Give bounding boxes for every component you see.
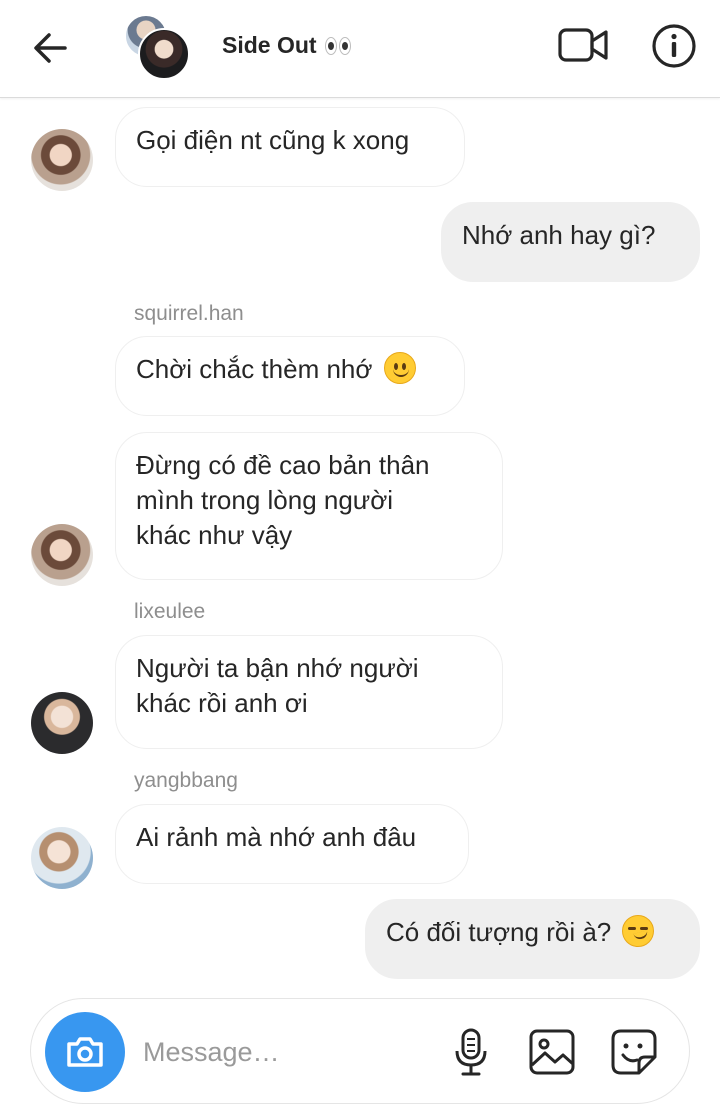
conversation-title[interactable]: Side Out [222,32,351,59]
sticker-button[interactable] [609,1027,659,1077]
sender-name: squirrel.han [134,302,244,325]
video-camera-icon [558,28,608,62]
message-text-line: Người ta bận nhớ người [136,653,419,683]
chat-header: Side Out [0,0,720,98]
group-avatar[interactable] [124,14,190,80]
sender-name: lixeulee [134,600,206,623]
video-call-button[interactable] [556,24,612,68]
message-text-line: khác rồi anh ơi [136,688,308,718]
info-icon [652,24,696,68]
message-bubble-incoming[interactable]: Người ta bận nhớ người khác rồi anh ơi [115,635,503,749]
message-bubble-outgoing[interactable]: Có đối tượng rồi à? [365,899,700,979]
sticker-icon [611,1029,657,1075]
camera-icon [67,1037,103,1067]
voice-message-button[interactable] [449,1027,493,1077]
sender-avatar[interactable] [31,692,93,754]
conversation-title-text: Side Out [222,32,317,58]
message-bubble-incoming[interactable]: Ai rảnh mà nhớ anh đâu [115,804,469,884]
message-text: Ai rảnh mà nhớ anh đâu [136,822,417,852]
microphone-icon [455,1028,487,1076]
message-text: Gọi điện nt cũng k xong [136,125,410,155]
message-text: Có đối tượng rồi à? [386,917,612,947]
sender-avatar[interactable] [31,129,93,191]
eyes-emoji-icon [324,36,351,55]
message-text-line: Đừng có đề cao bản thân [136,450,430,480]
arrow-left-icon [34,33,67,63]
message-composer [30,998,690,1104]
message-text: Nhớ anh hay gì? [462,220,656,250]
gallery-button[interactable] [527,1027,577,1077]
group-avatar-member-2 [138,28,190,80]
message-text: Chời chắc thèm nhớ [136,354,373,384]
message-bubble-outgoing[interactable]: Nhớ anh hay gì? [441,202,700,282]
message-bubble-incoming[interactable]: Gọi điện nt cũng k xong [115,107,465,187]
smirking-face-icon [622,915,655,947]
back-button[interactable] [28,26,72,70]
camera-button[interactable] [45,1012,125,1092]
slightly-smiling-face-icon [383,352,416,384]
sender-name: yangbbang [134,769,238,792]
message-text-line: khác như vậy [136,520,293,550]
message-text-line: mình trong lòng người [136,485,394,515]
message-bubble-incoming[interactable]: Chời chắc thèm nhớ [115,336,465,416]
info-button[interactable] [650,22,698,70]
message-input[interactable] [143,1031,413,1073]
message-bubble-incoming[interactable]: Đừng có đề cao bản thân mình trong lòng … [115,432,503,580]
sender-avatar[interactable] [31,524,93,586]
sender-avatar[interactable] [31,827,93,889]
image-icon [529,1029,575,1075]
